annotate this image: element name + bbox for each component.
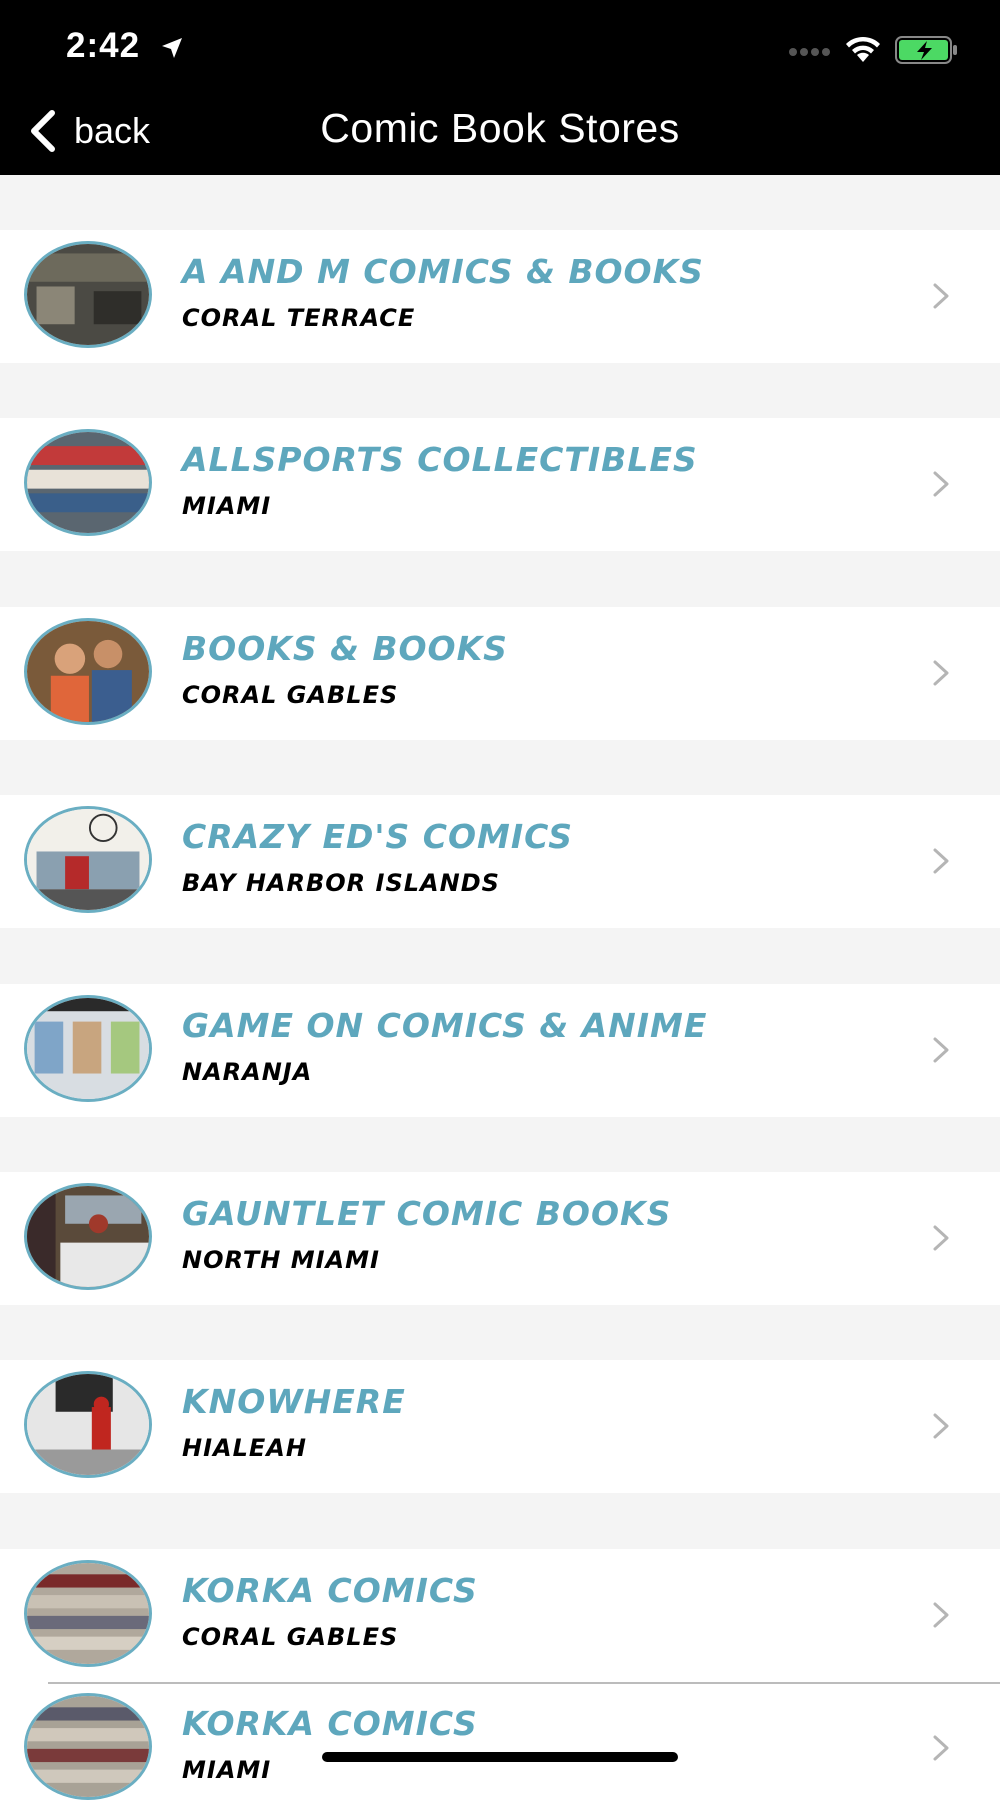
store-thumbnail — [24, 806, 152, 913]
store-thumbnail — [24, 1693, 152, 1800]
store-thumbnail — [24, 1183, 152, 1290]
battery-icon — [895, 36, 957, 64]
store-name: Game On Comics & Anime — [182, 1006, 708, 1045]
store-row[interactable]: Knowhere Hialeah — [0, 1360, 1000, 1493]
chevron-right-icon — [933, 283, 949, 309]
chevron-right-icon — [933, 848, 949, 874]
store-thumbnail — [24, 241, 152, 348]
chevron-right-icon — [933, 471, 949, 497]
chevron-right-icon — [933, 1602, 949, 1628]
cell-signal-icon — [789, 48, 830, 56]
store-thumbnail — [24, 1371, 152, 1478]
location-arrow-icon — [162, 38, 182, 58]
home-indicator — [322, 1752, 678, 1762]
store-row[interactable]: Crazy Ed's Comics Bay Harbor Islands — [0, 795, 1000, 928]
store-name: Allsports Collectibles — [182, 440, 698, 479]
store-row[interactable]: Books & Books Coral Gables — [0, 607, 1000, 740]
store-city: Bay Harbor Islands — [182, 869, 500, 897]
top-bar: 2:42 back Comic Book Stores — [0, 0, 1000, 175]
store-city: Hialeah — [182, 1434, 307, 1462]
store-name: Books & Books — [182, 629, 508, 668]
store-name: Korka Comics — [182, 1571, 478, 1610]
store-city: Miami — [182, 492, 272, 520]
status-time: 2:42 — [66, 26, 141, 65]
store-city: Coral Terrace — [182, 304, 416, 332]
store-row[interactable]: Allsports Collectibles Miami — [0, 418, 1000, 551]
chevron-right-icon — [933, 1037, 949, 1063]
store-city: Coral Gables — [182, 1623, 399, 1651]
store-thumbnail — [24, 1560, 152, 1667]
store-name: Knowhere — [182, 1382, 406, 1421]
store-row[interactable]: Korka Comics Miami — [0, 1682, 1000, 1815]
chevron-right-icon — [933, 660, 949, 686]
chevron-right-icon — [933, 1225, 949, 1251]
store-city: Miami — [182, 1756, 272, 1784]
wifi-icon — [846, 36, 880, 62]
store-thumbnail — [24, 429, 152, 536]
store-name: Korka Comics — [182, 1704, 478, 1743]
store-name: A and M Comics & Books — [182, 252, 704, 291]
store-name: Crazy Ed's Comics — [182, 817, 573, 856]
page-title: Comic Book Stores — [320, 105, 680, 151]
store-city: Naranja — [182, 1058, 313, 1086]
store-thumbnail — [24, 618, 152, 725]
store-row[interactable]: Gauntlet Comic Books North Miami — [0, 1172, 1000, 1305]
store-thumbnail — [24, 995, 152, 1102]
list-divider — [48, 1682, 1000, 1684]
store-city: Coral Gables — [182, 681, 399, 709]
store-row[interactable]: Game On Comics & Anime Naranja — [0, 984, 1000, 1117]
store-city: North Miami — [182, 1246, 380, 1274]
chevron-right-icon — [933, 1735, 949, 1761]
chevron-right-icon — [933, 1413, 949, 1439]
store-name: Gauntlet Comic Books — [182, 1194, 672, 1233]
store-row[interactable]: Korka Comics Coral Gables — [0, 1549, 1000, 1682]
store-row[interactable]: A and M Comics & Books Coral Terrace — [0, 230, 1000, 363]
